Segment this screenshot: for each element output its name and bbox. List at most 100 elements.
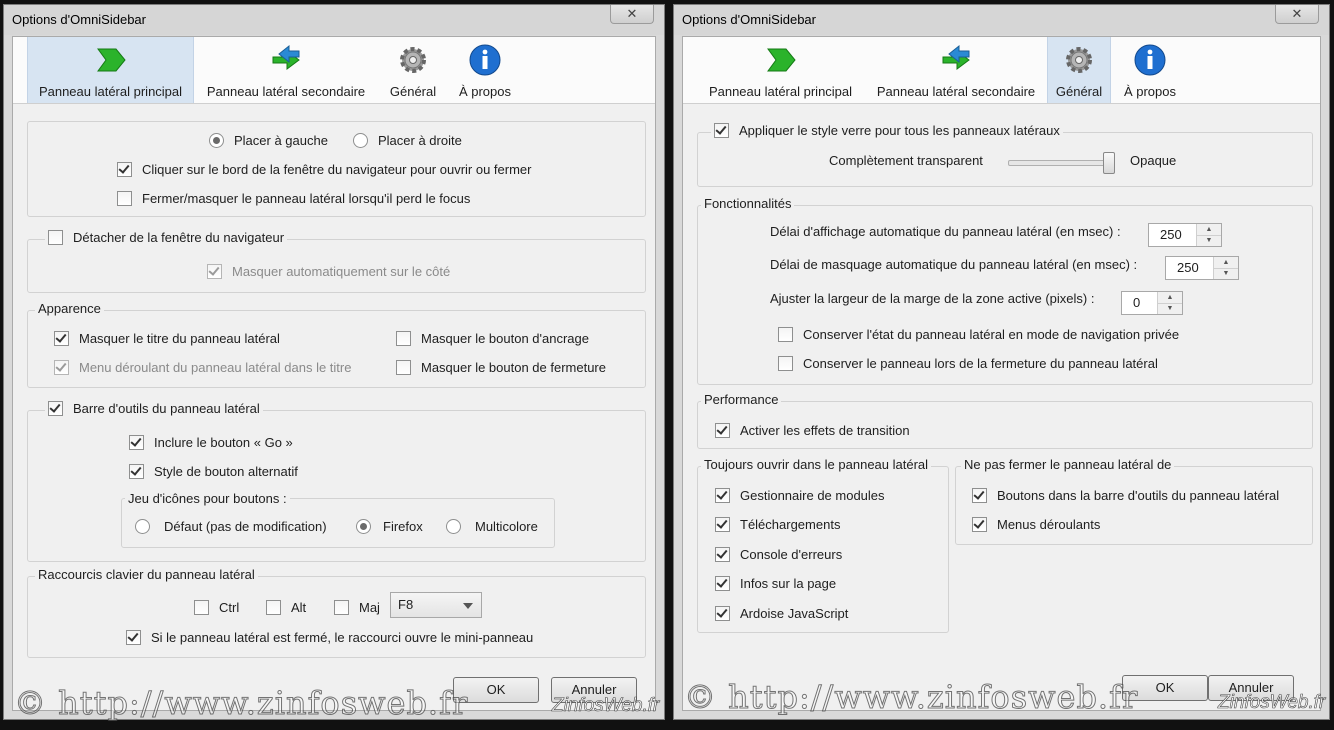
glass-checkbox[interactable]: Appliquer le style verre pour tous les p… [711,123,1063,138]
checkbox-indicator[interactable] [54,331,69,346]
detach-group: Masquer automatiquement sur le côté [27,239,646,293]
radio-indicator[interactable] [356,519,371,534]
radio-indicator[interactable] [446,519,461,534]
checkbox-indicator[interactable] [715,606,730,621]
tab-general[interactable]: Général [378,37,448,103]
checkbox-indicator[interactable] [714,123,729,138]
checkbox-indicator[interactable] [972,488,987,503]
tab-secondary-sidebar[interactable]: Panneau latéral secondaire [866,37,1046,103]
shift-checkbox[interactable]: Maj [334,600,380,615]
checkbox-indicator[interactable] [715,423,730,438]
tab-about[interactable]: À propos [450,37,520,103]
iconset-multicolor-radio[interactable]: Multicolore [446,519,538,534]
checkbox-indicator[interactable] [778,356,793,371]
checkbox-label: Appliquer le style verre pour tous les p… [739,123,1060,138]
private-state-checkbox[interactable]: Conserver l'état du panneau latéral en m… [778,327,1179,342]
checkbox-indicator[interactable] [715,576,730,591]
checkbox-indicator[interactable] [396,331,411,346]
checkbox-indicator[interactable] [129,464,144,479]
shortcuts-title: Raccourcis clavier du panneau latéral [35,567,258,582]
features-title: Fonctionnalités [701,196,795,211]
transitions-checkbox[interactable]: Activer les effets de transition [715,423,910,438]
checkbox-indicator[interactable] [117,162,132,177]
spinner-value[interactable]: 250 [1160,227,1182,242]
window-title: Options d'OmniSidebar [12,12,146,27]
checkbox-indicator[interactable] [715,488,730,503]
checkbox-label: Style de bouton alternatif [154,464,298,479]
dont-close-item[interactable]: Menus déroulants [972,517,1100,532]
checkbox-indicator[interactable] [266,600,281,615]
autohide-delay-label: Délai de masquage automatique du panneau… [770,257,1138,272]
tab-main-sidebar[interactable]: Panneau latéral principal [697,37,864,103]
checkbox-indicator[interactable] [48,401,63,416]
tab-secondary-sidebar[interactable]: Panneau latéral secondaire [196,37,376,103]
mini-panel-checkbox[interactable]: Si le panneau latéral est fermé, le racc… [126,630,533,645]
spin-down-icon[interactable]: ▼ [1158,303,1182,314]
detach-checkbox[interactable]: Détacher de la fenêtre du navigateur [45,230,288,245]
place-right-radio[interactable]: Placer à droite [353,133,462,148]
alt-checkbox[interactable]: Alt [266,600,306,615]
autoshow-delay-spinner[interactable]: 250 ▲ ▼ [1148,223,1222,247]
dont-close-item[interactable]: Boutons dans la barre d'outils du pannea… [972,488,1279,503]
close-button[interactable]: ✕ [610,5,654,24]
iconset-firefox-radio[interactable]: Firefox [356,519,423,534]
title-bar[interactable]: Options d'OmniSidebar ✕ [674,5,1329,35]
radio-indicator[interactable] [135,519,150,534]
shortcut-key-select[interactable]: F8 [390,592,482,618]
alt-style-checkbox[interactable]: Style de bouton alternatif [129,464,298,479]
spinner-value[interactable]: 0 [1133,295,1140,310]
checkbox-label: Cliquer sur le bord de la fenêtre du nav… [142,162,532,177]
spinner-value[interactable]: 250 [1177,260,1199,275]
toolbar-checkbox[interactable]: Barre d'outils du panneau latéral [45,401,263,416]
autohide-delay-spinner[interactable]: 250 ▲ ▼ [1165,256,1239,280]
checkbox-indicator [207,264,222,279]
title-bar[interactable]: Options d'OmniSidebar ✕ [4,5,664,35]
checkbox-label: Masquer le titre du panneau latéral [79,331,280,346]
checkbox-indicator[interactable] [194,600,209,615]
watermark-logo: ZinfosWeb.fr [552,695,660,717]
ctrl-checkbox[interactable]: Ctrl [194,600,239,615]
close-on-blur-checkbox[interactable]: Fermer/masquer le panneau latéral lorsqu… [117,191,470,206]
tab-main-sidebar[interactable]: Panneau latéral principal [27,37,194,103]
spin-down-icon[interactable]: ▼ [1197,235,1221,246]
place-left-radio[interactable]: Placer à gauche [209,133,328,148]
hide-title-checkbox[interactable]: Masquer le titre du panneau latéral [54,331,280,346]
always-open-item[interactable]: Téléchargements [715,517,840,532]
hide-dock-button-checkbox[interactable]: Masquer le bouton d'ancrage [396,331,589,346]
radio-indicator[interactable] [209,133,224,148]
green-arrow-icon [96,48,126,72]
shortcuts-group: Ctrl Alt Maj F8 Si le panneau latéral es… [27,576,646,658]
margin-width-spinner[interactable]: 0 ▲ ▼ [1121,291,1183,315]
click-border-checkbox[interactable]: Cliquer sur le bord de la fenêtre du nav… [117,162,532,177]
always-open-item[interactable]: Ardoise JavaScript [715,606,848,621]
tab-about[interactable]: À propos [1115,37,1185,103]
checkbox-indicator[interactable] [715,517,730,532]
slider-thumb[interactable] [1102,152,1115,174]
checkbox-indicator[interactable] [48,230,63,245]
checkbox-indicator[interactable] [396,360,411,375]
checkbox-indicator[interactable] [778,327,793,342]
tab-general[interactable]: Général [1047,37,1111,103]
hide-close-button-checkbox[interactable]: Masquer le bouton de fermeture [396,360,606,375]
always-open-item[interactable]: Gestionnaire de modules [715,488,885,503]
checkbox-indicator[interactable] [715,547,730,562]
checkbox-indicator[interactable] [117,191,132,206]
close-button[interactable]: ✕ [1275,5,1319,24]
glass-opacity-slider[interactable] [1008,152,1115,174]
always-open-item[interactable]: Infos sur la page [715,576,836,591]
spin-down-icon[interactable]: ▼ [1214,268,1238,279]
checkbox-indicator[interactable] [129,435,144,450]
chevron-down-icon[interactable] [463,603,473,609]
checkbox-indicator[interactable] [334,600,349,615]
keep-on-close-checkbox[interactable]: Conserver le panneau lors de la fermetur… [778,356,1158,371]
slider-track[interactable] [1008,160,1114,166]
always-open-item[interactable]: Console d'erreurs [715,547,842,562]
checkbox-indicator[interactable] [126,630,141,645]
include-go-checkbox[interactable]: Inclure le bouton « Go » [129,435,293,450]
iconset-default-radio[interactable]: Défaut (pas de modification) [135,519,327,534]
glass-group: Complètement transparent Opaque [697,132,1313,187]
checkbox-label: Masquer automatiquement sur le côté [232,264,451,279]
checkbox-label: Inclure le bouton « Go » [154,435,293,450]
checkbox-indicator[interactable] [972,517,987,532]
radio-indicator[interactable] [353,133,368,148]
